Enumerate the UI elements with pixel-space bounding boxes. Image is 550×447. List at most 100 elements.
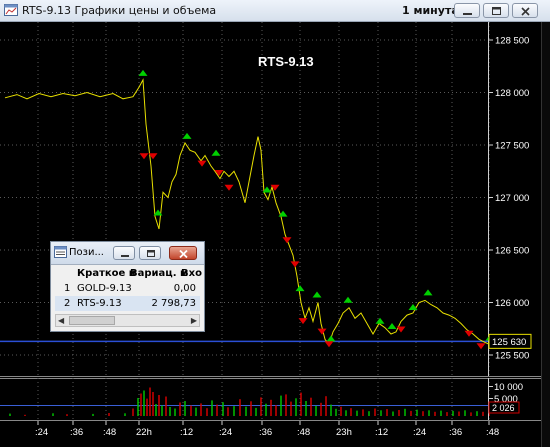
volume-bar [458,411,460,416]
interval-selector[interactable]: 1 минута [402,4,459,17]
column-header[interactable]: Вариац. м [130,266,188,281]
price-tick-label: 128 000 [495,88,529,99]
time-tick-label: :36 [259,427,272,438]
scroll-right-icon[interactable]: ▶ [191,316,197,325]
price-tick-label: 126 000 [495,298,529,309]
volume-bar [24,414,26,416]
volume-bar [169,407,171,416]
column-header[interactable]: Краткое н [77,266,136,281]
volume-bar [290,401,292,416]
instrument-name: RTS-9.13 [77,298,122,309]
maximize-icon [147,250,155,257]
price-tick-label: 128 500 [495,36,529,47]
volume-bar [152,392,154,416]
volume-bar [165,396,167,416]
volume-bar [362,409,364,416]
volume-bar [452,410,454,416]
volume-bar [404,408,406,416]
volume-bar [260,397,262,416]
volume-bar [270,399,272,416]
volume-bar [482,411,484,416]
volume-bar [195,407,197,416]
volume-bar [374,408,376,416]
volume-bar [470,412,472,416]
volume-chart[interactable]: 10 000 5 000 2 026 [0,378,541,420]
volume-bar [325,396,327,416]
table-header: Краткое н Вариац. м Вхо [55,266,202,281]
positions-titlebar[interactable]: Пози... [51,242,204,265]
maximize-button[interactable] [483,3,509,18]
volume-tick: 10 000 [494,382,523,393]
current-price-value: 125 630 [492,337,526,348]
volume-bar [416,409,418,416]
volume-bar [206,408,208,416]
time-tick-label: :48 [486,427,499,438]
right-scroll-strip[interactable] [541,22,550,447]
scroll-thumb[interactable] [69,316,115,325]
volume-bar [216,404,218,416]
table-row[interactable]: 1 GOLD-9.13 0,00 [55,281,200,296]
time-tick-label: :24 [219,427,232,438]
chart-window-icon [4,4,18,16]
volume-bar [476,411,478,416]
volume-bar [295,398,297,416]
table-row[interactable]: 2 RTS-9.13 2 798,73 [55,296,200,311]
volume-bar [245,406,247,416]
minimize-icon [121,255,129,257]
volume-bar [368,411,370,416]
variation-margin: 0,00 [173,283,196,294]
volume-bar [320,402,322,416]
volume-bar [92,413,94,416]
volume-bar [222,402,224,416]
volume-bar [239,399,241,416]
window-titlebar: RTS-9.13 Графики цены и объема 1 минута [0,0,550,22]
minimize-button[interactable] [454,3,480,18]
volume-bar [52,413,54,416]
price-tick-label: 127 000 [495,193,529,204]
time-tick-label: :48 [297,427,310,438]
current-price-badge: 125 630 [488,333,532,349]
positions-close-button[interactable] [169,246,197,260]
volume-bar [174,408,176,416]
minimize-icon [463,13,472,15]
close-button[interactable] [512,3,538,18]
volume-bar [380,410,382,416]
volume-bar [392,411,394,416]
positions-table: Краткое н Вариац. м Вхо 1 GOLD-9.13 0,00… [55,266,202,311]
volume-bar [330,404,332,416]
volume-bar [300,392,302,416]
positions-minimize-button[interactable] [113,246,135,260]
volume-bar [9,413,11,416]
volume-bar [340,406,342,416]
volume-bar [190,405,192,416]
column-header[interactable]: Вхо [181,266,202,281]
close-icon [179,249,188,259]
volume-bar [434,411,436,416]
volume-bar [140,393,142,416]
volume-bar [310,397,312,416]
volume-bar [422,411,424,416]
volume-bar [410,410,412,416]
price-tick-label: 125 500 [495,351,529,362]
volume-bar [124,413,126,416]
volume-bar [440,410,442,416]
volume-bar [398,410,400,416]
volume-bar [155,404,157,416]
volume-bar [158,395,160,416]
volume-bar [227,407,229,416]
volume-bar [66,414,68,416]
positions-hscrollbar[interactable]: ◀ ▶ [55,314,200,327]
volume-bar [137,398,139,416]
volume-bar [275,405,277,416]
time-tick-label: :24 [413,427,426,438]
volume-bar [356,410,358,416]
maximize-icon [492,7,501,15]
scroll-left-icon[interactable]: ◀ [58,316,64,325]
row-number: 2 [64,298,71,309]
volume-bar [315,405,317,416]
volume-bar [143,390,145,416]
time-tick-label: :36 [70,427,83,438]
positions-maximize-button[interactable] [139,246,161,260]
volume-bar [250,401,252,416]
volume-bar [428,410,430,416]
